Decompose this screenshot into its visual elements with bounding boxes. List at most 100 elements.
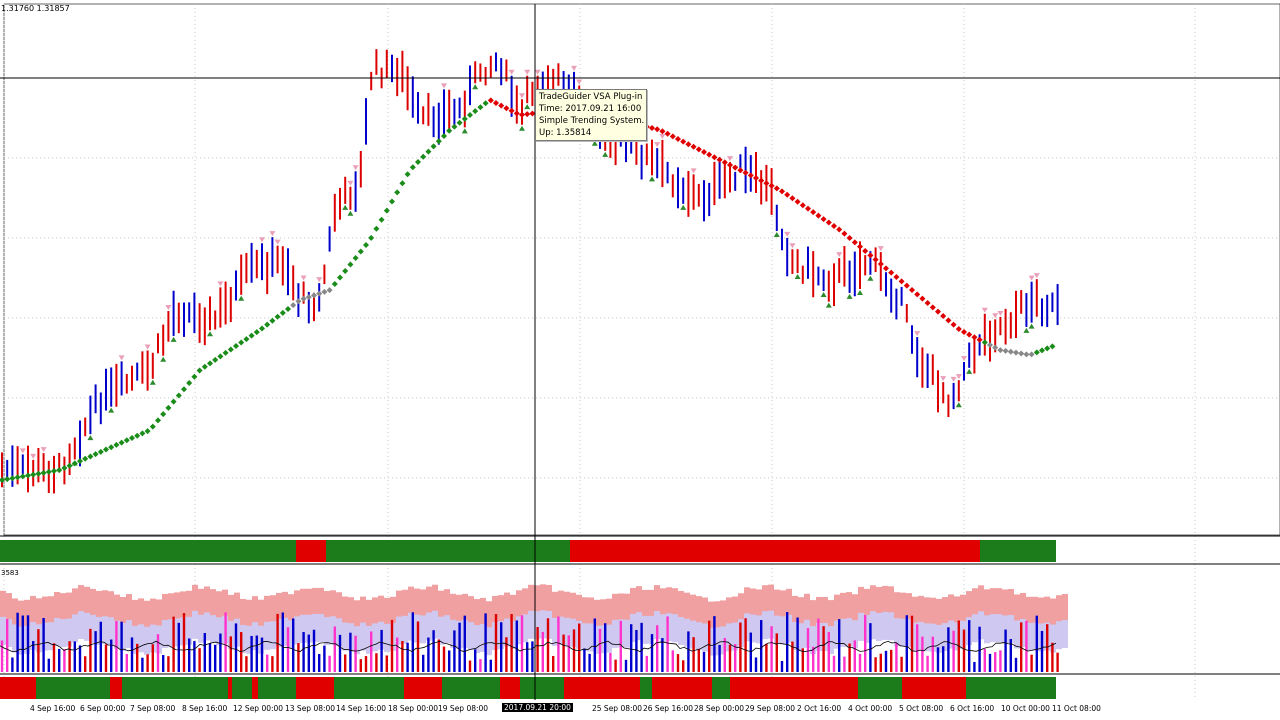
trend-dot [160,411,167,418]
time-label: 18 Sep 00:00 [388,704,439,713]
trend-dot [4,476,11,483]
volume-band [210,615,216,644]
volume-band [972,614,978,643]
volume-band [162,619,168,648]
trend-dot [144,428,151,435]
time-label: 26 Sep 16:00 [643,704,694,713]
bottom-trend-strip [0,677,1056,699]
trend-dot [337,274,343,281]
trend-dot [727,162,733,168]
trend-dot [25,472,31,479]
signal-arrow [867,275,874,281]
trend-dot [493,100,499,106]
signal-arrow [602,151,609,157]
signal-arrow [961,356,967,362]
trend-dot [305,294,312,301]
trend-dot [9,475,16,482]
trend-dot [929,304,936,311]
trend-dot [680,138,687,145]
signal-arrow [680,204,687,210]
volume-band [486,627,492,656]
trend-dot [233,343,239,349]
trend-dot [675,136,681,142]
trend-dot [1013,349,1019,356]
trend-dot [238,339,245,346]
volume-band [846,618,852,647]
signal-arrow [1028,323,1035,329]
trend-dot [118,439,125,446]
trend-dot [165,404,172,411]
trend-dot [222,349,229,356]
trend-dot [342,268,349,274]
trend-segment [258,677,296,699]
trend-dot [872,256,879,263]
volume-band [984,615,990,644]
trend-dot [477,104,484,111]
trend-dot [1018,350,1025,357]
signal-arrow [40,447,47,453]
signal-arrow [727,156,733,162]
signal-arrow [316,277,323,283]
trend-dot [191,373,198,380]
trend-strip [0,540,1056,562]
trend-dot [472,108,479,115]
trend-dot [51,468,57,475]
trend-dot [820,216,827,223]
trend-dot [451,123,458,130]
signal-arrow [981,307,988,313]
volume-band [84,612,90,641]
time-label: 7 Sep 08:00 [130,704,176,713]
trend-dot [331,281,338,287]
trend-segment [0,540,296,562]
trend-dot [461,115,468,122]
signal-arrow [519,125,525,131]
trend-dot [888,269,895,276]
time-label: 28 Sep 00:00 [694,704,745,713]
trend-dot [186,379,193,386]
tooltip-title: TradeGuider VSA Plug-in [539,92,643,102]
volume-band [996,614,1002,643]
time-axis[interactable]: 4 Sep 16:00 6 Sep 00:00 7 Sep 08:00 8 Se… [0,700,1280,720]
signal-arrow [877,246,884,252]
trend-dot [669,133,676,140]
signal-arrow [649,176,655,182]
trend-segment [442,677,500,699]
time-label: 14 Sep 16:00 [336,704,387,713]
trend-dot [815,212,822,219]
tooltip-system: Simple Trending System. [539,116,645,126]
trend-dot [841,230,848,237]
signal-arrow [165,305,172,311]
trend-dot [659,128,666,135]
signal-arrow [846,293,853,299]
time-label: 2 Oct 16:00 [797,704,842,713]
trend-dot [363,242,369,248]
volume-band [426,612,432,641]
time-label: 4 Sep 16:00 [30,704,76,713]
trend-dot [269,317,276,324]
trend-dot [763,180,770,187]
trend-dot [992,344,999,351]
time-label: 13 Sep 08:00 [285,704,336,713]
trend-dot [409,164,416,171]
signal-arrow [347,210,354,216]
trend-dot [347,261,354,268]
trend-dot [924,300,931,306]
volume-band [606,624,612,653]
trend-dot [685,141,692,148]
volume-band [360,622,366,651]
trend-segment [966,677,1056,699]
trend-dot [368,234,375,241]
volume-band [624,619,630,648]
trend-dot [108,444,115,451]
trend-dot [513,110,520,117]
signal-arrow [259,237,265,243]
trend-dot [753,175,759,181]
trend-dot [321,288,328,295]
volume-band [1008,615,1014,644]
trend-segment [902,677,966,699]
trend-dot [274,313,281,320]
trend-dot [155,417,161,424]
trend-dot [14,474,21,481]
volume-band [318,613,324,642]
trend-dot [435,138,442,145]
